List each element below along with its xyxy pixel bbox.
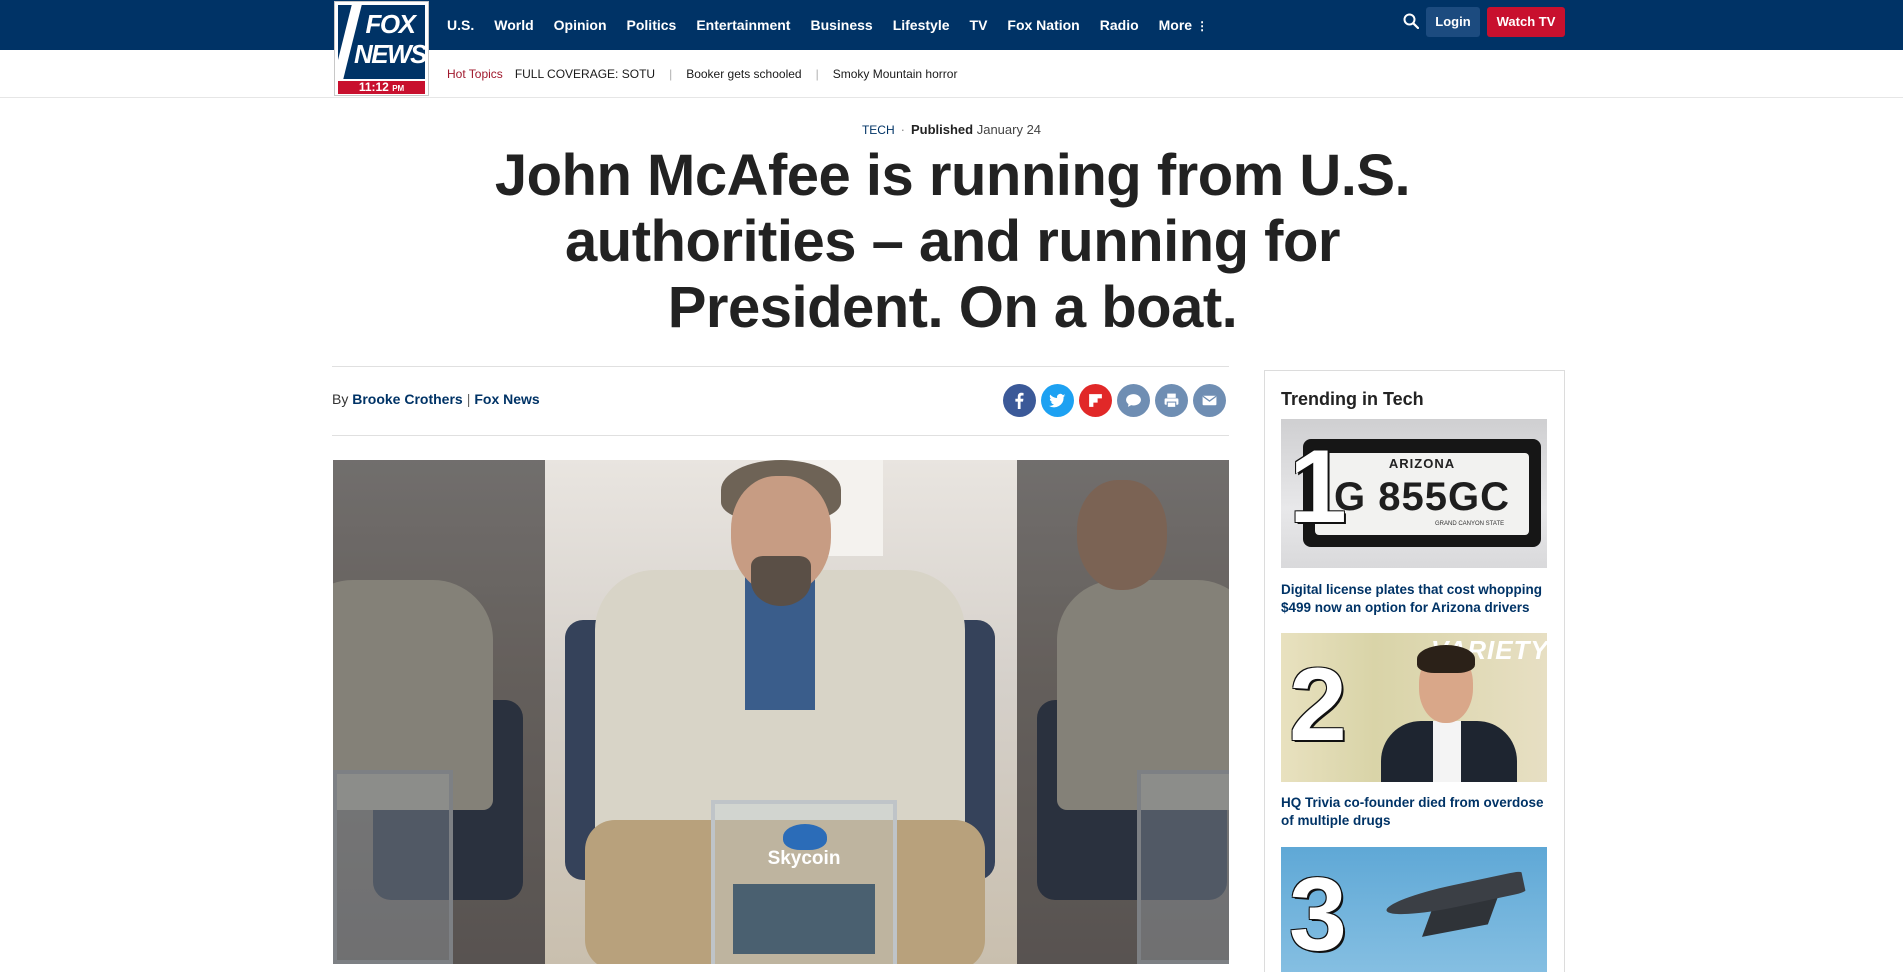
license-plate: ARIZONA G 855GC GRAND CANYON STATE bbox=[1315, 453, 1529, 535]
logo-clock-ampm: PM bbox=[392, 84, 405, 93]
comment-icon bbox=[1126, 394, 1141, 407]
search-icon[interactable] bbox=[1403, 13, 1419, 29]
facebook-icon bbox=[1015, 392, 1024, 409]
login-button[interactable]: Login bbox=[1426, 7, 1480, 37]
hot-topics-bar: Hot Topics FULL COVERAGE: SOTU | Booker … bbox=[0, 50, 1903, 98]
divider: | bbox=[669, 67, 673, 81]
twitter-icon bbox=[1049, 393, 1066, 408]
trending-sidebar: Trending in Tech ARIZONA G 855GC GRAND C… bbox=[1264, 370, 1565, 972]
divider: | bbox=[815, 67, 819, 81]
nav-link-us[interactable]: U.S. bbox=[447, 17, 474, 33]
hot-topic-link-smoky-mountain[interactable]: Smoky Mountain horror bbox=[833, 67, 958, 81]
nav-link-opinion[interactable]: Opinion bbox=[554, 17, 607, 33]
watch-tv-button[interactable]: Watch TV bbox=[1487, 7, 1565, 37]
hero-shade-left bbox=[333, 460, 545, 964]
logo-clock: 11:12 PM bbox=[338, 81, 425, 94]
trending-rank-3: 3 bbox=[1289, 857, 1347, 972]
byline-bottom-divider bbox=[332, 435, 1229, 436]
sidebar-title: Trending in Tech bbox=[1281, 389, 1424, 409]
trending-item-2-link[interactable]: HQ Trivia co-founder died from overdose … bbox=[1281, 794, 1551, 830]
trending-rank-2: 2 bbox=[1289, 647, 1347, 763]
flipboard-share-button[interactable] bbox=[1079, 384, 1112, 417]
logo-clock-time: 11:12 bbox=[358, 80, 389, 94]
nav-link-entertainment[interactable]: Entertainment bbox=[696, 17, 790, 33]
facebook-share-button[interactable] bbox=[1003, 384, 1036, 417]
nav-link-more[interactable]: More ⋮ bbox=[1159, 17, 1208, 33]
circuit-boards bbox=[733, 884, 875, 954]
share-buttons bbox=[1003, 384, 1231, 417]
byline: By Brooke Crothers | Fox News bbox=[332, 391, 540, 407]
hot-topics-list: Hot Topics FULL COVERAGE: SOTU | Booker … bbox=[447, 50, 957, 98]
hot-topic-link-sotu[interactable]: FULL COVERAGE: SOTU bbox=[515, 67, 655, 81]
twitter-share-button[interactable] bbox=[1041, 384, 1074, 417]
trending-item-1-link[interactable]: Digital license plates that cost whoppin… bbox=[1281, 581, 1551, 617]
by-label: By bbox=[332, 391, 349, 407]
author-link[interactable]: Brooke Crothers bbox=[352, 391, 462, 407]
email-share-button[interactable] bbox=[1193, 384, 1226, 417]
hero-shade-right bbox=[1017, 460, 1229, 964]
flipboard-icon bbox=[1089, 394, 1102, 407]
nav-link-radio[interactable]: Radio bbox=[1100, 17, 1139, 33]
separator-dot: · bbox=[900, 122, 905, 137]
byline-pipe: | bbox=[466, 391, 471, 407]
hero-image-center: Skycoin bbox=[545, 460, 1017, 964]
category-link[interactable]: TECH bbox=[862, 123, 895, 137]
trending-item-1-image[interactable]: ARIZONA G 855GC GRAND CANYON STATE 1 bbox=[1281, 419, 1547, 568]
published-label: Published bbox=[910, 122, 974, 137]
nav-link-world[interactable]: World bbox=[494, 17, 533, 33]
plate-number: G 855GC bbox=[1334, 475, 1510, 519]
nav-link-tv[interactable]: TV bbox=[970, 17, 988, 33]
fox-news-logo[interactable]: FOX NEWS 11:12 PM bbox=[334, 1, 429, 96]
main-nav: U.S. World Opinion Politics Entertainmen… bbox=[447, 0, 1228, 50]
article-headline: John McAfee is running from U.S. authori… bbox=[494, 143, 1411, 340]
trending-item-3-image[interactable]: 3 bbox=[1281, 847, 1547, 972]
shirt-shape bbox=[1433, 721, 1461, 782]
plate-motto: GRAND CANYON STATE bbox=[1435, 521, 1505, 527]
skycoin-cloud-icon bbox=[783, 824, 827, 850]
top-navigation-bar: U.S. World Opinion Politics Entertainmen… bbox=[0, 0, 1903, 50]
nav-link-lifestyle[interactable]: Lifestyle bbox=[893, 17, 950, 33]
print-icon bbox=[1164, 393, 1179, 408]
plate-state: ARIZONA bbox=[1388, 456, 1456, 471]
email-icon bbox=[1202, 395, 1217, 406]
hot-topic-link-booker[interactable]: Booker gets schooled bbox=[686, 67, 801, 81]
comments-button[interactable] bbox=[1117, 384, 1150, 417]
outlet-link[interactable]: Fox News bbox=[474, 391, 539, 407]
more-vertical-icon: ⋮ bbox=[1196, 19, 1209, 33]
byline-top-divider bbox=[332, 366, 1229, 367]
trending-item-2-image[interactable]: VARIETY 2 bbox=[1281, 633, 1547, 782]
trending-rank-1: 1 bbox=[1289, 429, 1347, 545]
article-eyebrow: TECH · Published January 24 bbox=[0, 122, 1903, 137]
box-logo-text: Skycoin bbox=[767, 848, 841, 869]
logo-mark: FOX NEWS bbox=[338, 5, 425, 79]
published-date: January 24 bbox=[976, 122, 1042, 137]
hot-topics-label: Hot Topics bbox=[447, 67, 503, 81]
nav-more-label: More bbox=[1158, 17, 1193, 33]
nav-link-business[interactable]: Business bbox=[810, 17, 872, 33]
print-button[interactable] bbox=[1155, 384, 1188, 417]
device-box: Skycoin bbox=[711, 800, 897, 964]
article-hero-image[interactable]: Skycoin bbox=[333, 460, 1229, 964]
nav-link-fox-nation[interactable]: Fox Nation bbox=[1007, 17, 1079, 33]
hair-shape bbox=[1417, 645, 1475, 673]
logo-wordmark: FOX NEWS bbox=[354, 9, 425, 69]
beard-shape bbox=[751, 556, 811, 606]
nav-link-politics[interactable]: Politics bbox=[627, 17, 677, 33]
